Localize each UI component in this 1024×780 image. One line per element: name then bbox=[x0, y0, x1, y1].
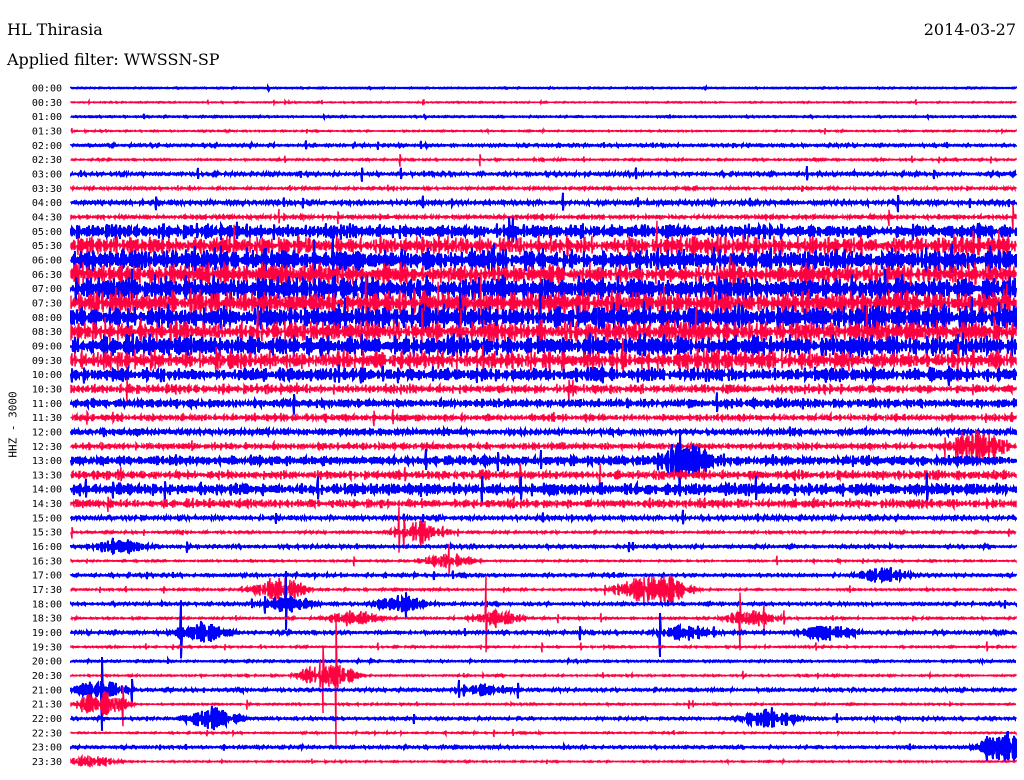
time-tick-label: 12:00 bbox=[32, 427, 62, 438]
time-tick-label: 00:30 bbox=[32, 98, 62, 109]
time-tick-label: 04:00 bbox=[32, 198, 62, 209]
time-tick-label: 13:00 bbox=[32, 456, 62, 467]
time-tick-label: 19:00 bbox=[32, 628, 62, 639]
time-tick-label: 09:30 bbox=[32, 356, 62, 367]
time-tick-label: 01:00 bbox=[32, 112, 62, 123]
time-tick-label: 02:00 bbox=[32, 141, 62, 152]
trace-row bbox=[70, 98, 1017, 107]
time-tick-label: 15:00 bbox=[32, 513, 62, 524]
time-tick-label: 22:30 bbox=[32, 728, 62, 739]
time-tick-label: 18:30 bbox=[32, 614, 62, 625]
time-tick-label: 21:00 bbox=[32, 685, 62, 696]
time-tick-label: 06:30 bbox=[32, 270, 62, 281]
trace-row bbox=[70, 655, 1017, 667]
trace-row bbox=[70, 112, 1017, 122]
trace-row bbox=[70, 392, 1017, 415]
time-tick-label: 22:00 bbox=[32, 714, 62, 725]
helicorder-plot: 00:00 00:30 01:00 01:30 02:00 02:30 03:00 03:30… bbox=[32, 83, 1017, 768]
time-tick-label: 04:30 bbox=[32, 212, 62, 223]
time-tick-label: 17:00 bbox=[32, 571, 62, 582]
trace-row bbox=[70, 705, 1017, 731]
trace-row bbox=[70, 165, 1017, 182]
trace-row bbox=[70, 730, 1017, 763]
time-tick-label: 20:30 bbox=[32, 671, 62, 682]
trace-row bbox=[70, 641, 1017, 653]
time-tick-label: 00:00 bbox=[32, 84, 62, 95]
time-tick-label: 05:00 bbox=[32, 227, 62, 238]
time-tick-label: 20:00 bbox=[32, 657, 62, 668]
time-tick-label: 16:30 bbox=[32, 556, 62, 567]
time-tick-label: 10:30 bbox=[32, 384, 62, 395]
trace-row bbox=[70, 83, 1017, 94]
trace-row bbox=[70, 192, 1017, 213]
trace-row bbox=[70, 509, 1017, 525]
time-tick-label: 23:30 bbox=[32, 757, 62, 768]
time-tick-label: 08:00 bbox=[32, 313, 62, 324]
time-tick-label: 23:00 bbox=[32, 743, 62, 754]
time-tick-label: 17:30 bbox=[32, 585, 62, 596]
time-tick-label: 03:30 bbox=[32, 184, 62, 195]
time-tick-label: 13:30 bbox=[32, 470, 62, 481]
time-tick-label: 01:30 bbox=[32, 126, 62, 137]
trace-row bbox=[70, 495, 1017, 513]
time-tick-label: 12:30 bbox=[32, 442, 62, 453]
time-tick-label: 14:30 bbox=[32, 499, 62, 510]
trace-row bbox=[70, 140, 1017, 151]
trace-row bbox=[70, 126, 1017, 136]
time-tick-label: 18:00 bbox=[32, 599, 62, 610]
trace-row bbox=[70, 153, 1017, 167]
time-tick-label: 11:30 bbox=[32, 413, 62, 424]
time-tick-label: 21:30 bbox=[32, 700, 62, 711]
time-tick-label: 07:00 bbox=[32, 284, 62, 295]
trace-row bbox=[70, 378, 1017, 402]
time-tick-label: 16:00 bbox=[32, 542, 62, 553]
time-tick-label: 10:00 bbox=[32, 370, 62, 381]
trace-row bbox=[70, 728, 1017, 738]
time-tick-label: 08:30 bbox=[32, 327, 62, 338]
time-tick-label: 06:00 bbox=[32, 255, 62, 266]
time-tick-label: 15:30 bbox=[32, 528, 62, 539]
time-tick-label: 02:30 bbox=[32, 155, 62, 166]
trace-row bbox=[70, 424, 1017, 439]
trace-row bbox=[70, 566, 1017, 584]
time-tick-label: 03:00 bbox=[32, 169, 62, 180]
trace-row bbox=[70, 600, 1017, 659]
trace-row bbox=[70, 409, 1017, 427]
time-tick-label: 11:00 bbox=[32, 399, 62, 410]
time-tick-label: 14:00 bbox=[32, 485, 62, 496]
time-tick-label: 19:30 bbox=[32, 642, 62, 653]
trace-row bbox=[70, 184, 1017, 193]
trace-row bbox=[70, 537, 1017, 556]
time-tick-label: 09:00 bbox=[32, 341, 62, 352]
time-tick-label: 07:30 bbox=[32, 298, 62, 309]
trace-row bbox=[70, 753, 1017, 768]
time-tick-label: 05:30 bbox=[32, 241, 62, 252]
